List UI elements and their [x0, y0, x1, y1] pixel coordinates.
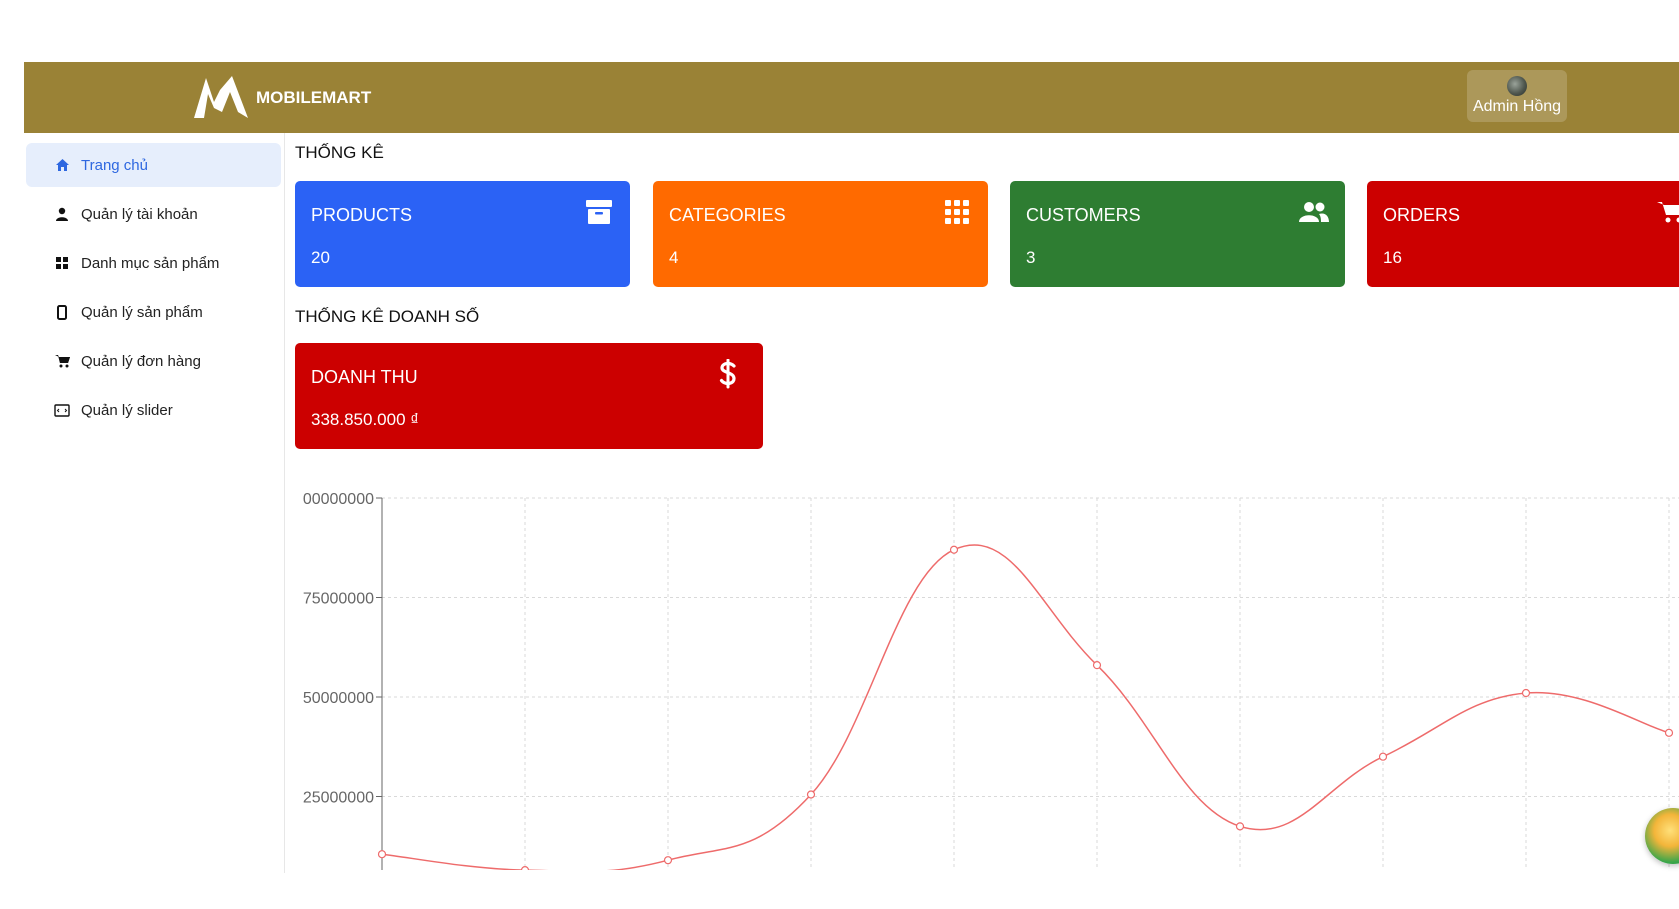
top-header: MOBILEMART Admin Hồng — [24, 62, 1679, 133]
user-menu[interactable]: Admin Hồng — [1467, 70, 1567, 122]
brand-name: MOBILEMART — [256, 88, 372, 107]
products-card[interactable]: PRODUCTS 20 — [295, 181, 630, 287]
user-icon — [54, 206, 70, 222]
data-point — [1092, 661, 1102, 670]
data-point — [806, 790, 816, 799]
data-point — [1664, 728, 1674, 737]
data-point — [1378, 752, 1388, 761]
data-point — [663, 856, 673, 865]
categories-card[interactable]: CATEGORIES 4 — [653, 181, 988, 287]
sidebar-item-label: Quản lý slider — [81, 401, 173, 419]
data-point — [1235, 822, 1245, 831]
revenue-card[interactable]: DOANH THU 338.850.000 ₫ — [295, 343, 763, 449]
orders-card[interactable]: ORDERS 16 — [1367, 181, 1679, 287]
dollar-icon — [713, 359, 743, 389]
sidebar: Trang chủ Quản lý tài khoản Danh mục sản… — [24, 133, 283, 873]
card-title: ORDERS — [1383, 205, 1461, 225]
grid-icon — [942, 197, 972, 227]
sidebar-item-label: Quản lý sản phẩm — [81, 303, 203, 321]
y-tick-label: 25000000 — [303, 790, 374, 807]
revenue-line-chart: 00000000 75000000 50000000 25000000 — [303, 491, 1679, 870]
customers-card[interactable]: CUSTOMERS 3 — [1010, 181, 1345, 287]
y-tick-label: 50000000 — [303, 690, 374, 707]
card-value: 3 — [1026, 248, 1036, 267]
card-title: CATEGORIES — [669, 205, 786, 225]
sidebar-item-slider[interactable]: Quản lý slider — [26, 388, 281, 432]
data-point — [949, 545, 959, 554]
card-title: PRODUCTS — [311, 205, 413, 225]
home-icon — [54, 157, 70, 173]
user-name: Admin Hồng — [1472, 98, 1562, 115]
sales-title: THỐNG KÊ DOANH SỐ — [295, 307, 480, 326]
data-point — [520, 866, 530, 870]
sidebar-item-label: Quản lý tài khoản — [81, 205, 198, 223]
sidebar-item-label: Danh mục sản phẩm — [81, 254, 220, 272]
card-title: DOANH THU — [311, 367, 418, 387]
logo-mark-icon — [194, 76, 248, 118]
users-icon — [1299, 197, 1329, 227]
sidebar-item-categories[interactable]: Danh mục sản phẩm — [26, 241, 281, 285]
data-point — [1521, 688, 1531, 698]
sidebar-item-label: Quản lý đơn hàng — [81, 352, 201, 370]
sidebar-item-orders[interactable]: Quản lý đơn hàng — [26, 339, 281, 383]
slider-icon — [54, 402, 70, 418]
series-line — [381, 544, 1670, 870]
mobile-icon — [54, 304, 70, 320]
archive-icon — [584, 197, 614, 227]
logo[interactable]: MOBILEMART — [192, 72, 371, 122]
card-title: CUSTOMERS — [1026, 205, 1141, 225]
sidebar-item-products[interactable]: Quản lý sản phẩm — [26, 290, 281, 334]
card-value: 16 — [1383, 248, 1402, 267]
avatar — [1507, 76, 1527, 96]
y-tick-label: 00000000 — [303, 491, 374, 508]
data-point — [377, 850, 387, 859]
grid-icon — [54, 255, 70, 271]
stats-title: THỐNG KÊ — [295, 143, 384, 162]
sidebar-item-home[interactable]: Trang chủ — [26, 143, 281, 187]
card-value: 20 — [311, 248, 330, 267]
cart-icon — [1656, 197, 1679, 227]
y-tick-label: 75000000 — [303, 591, 374, 608]
sidebar-item-label: Trang chủ — [81, 156, 148, 174]
cart-icon — [54, 353, 70, 369]
card-value: 4 — [669, 248, 679, 267]
card-value: 338.850.000 ₫ — [311, 410, 419, 429]
sidebar-item-accounts[interactable]: Quản lý tài khoản — [26, 192, 281, 236]
